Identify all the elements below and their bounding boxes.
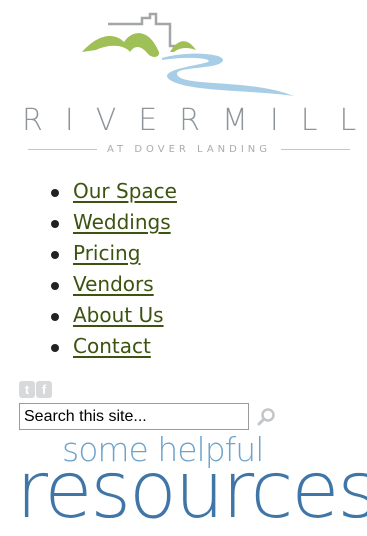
nav-item-vendors: Vendors	[51, 269, 177, 300]
nav-item-our-space: Our Space	[51, 176, 177, 207]
nav-item-about-us: About Us	[51, 300, 177, 331]
nav-link-weddings[interactable]: Weddings	[73, 210, 171, 234]
tagline-row: AT DOVER LANDING	[28, 142, 351, 156]
nav-link-our-space[interactable]: Our Space	[73, 179, 177, 203]
main-nav: Our Space Weddings Pricing Vendors About…	[0, 176, 177, 362]
site-logo[interactable]: RIVERMILL AT DOVER LANDING	[0, 0, 367, 160]
promo-heading-large[interactable]: resources	[16, 452, 367, 530]
brand-name: RIVERMILL	[22, 103, 367, 138]
nav-link-contact[interactable]: Contact	[73, 334, 151, 358]
tagline: AT DOVER LANDING	[106, 143, 272, 155]
nav-link-vendors[interactable]: Vendors	[73, 272, 154, 296]
search-icon[interactable]	[256, 407, 276, 427]
rivermill-landscape-icon	[82, 12, 294, 96]
search-input[interactable]	[19, 403, 249, 430]
social-links: t f	[19, 381, 52, 398]
tagline-right-rule	[281, 148, 351, 150]
tagline-left-rule	[28, 148, 97, 150]
site-search	[19, 403, 276, 430]
nav-link-about-us[interactable]: About Us	[73, 303, 164, 327]
twitter-icon[interactable]: t	[19, 381, 35, 398]
facebook-icon[interactable]: f	[36, 381, 52, 398]
nav-item-weddings: Weddings	[51, 207, 177, 238]
nav-link-pricing[interactable]: Pricing	[73, 241, 140, 265]
nav-item-pricing: Pricing	[51, 238, 177, 269]
nav-item-contact: Contact	[51, 331, 177, 362]
